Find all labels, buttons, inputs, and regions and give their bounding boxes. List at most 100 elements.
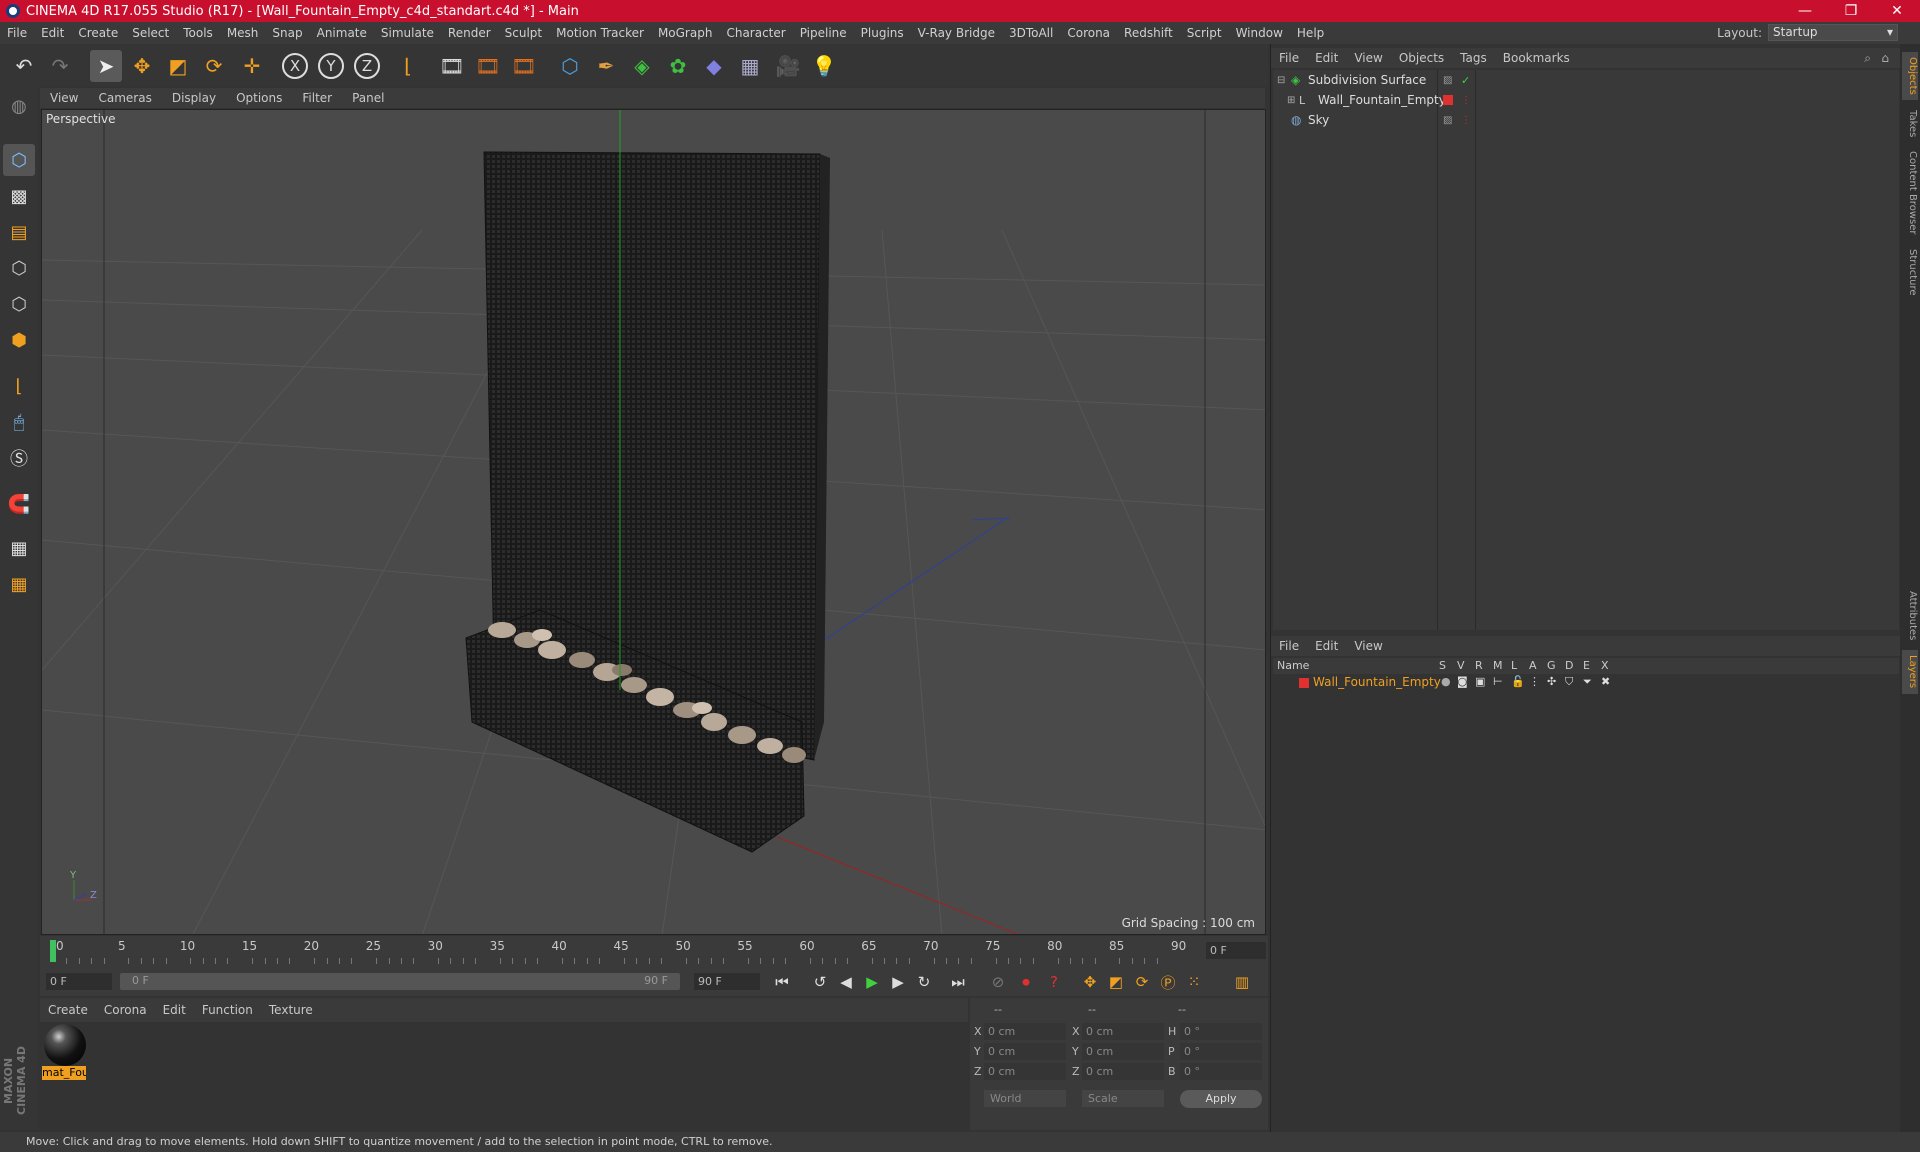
objects-menu-edit[interactable]: Edit (1307, 51, 1346, 65)
workplane-icon[interactable]: ▤ (3, 216, 35, 248)
tab-structure[interactable]: Structure (1902, 244, 1918, 300)
objects-menu-tags[interactable]: Tags (1452, 51, 1495, 65)
render-settings-icon[interactable]: 🎞 (508, 50, 540, 82)
autokey-icon[interactable]: ⏺ (1014, 970, 1038, 994)
camera-icon[interactable]: 🎥 (772, 50, 804, 82)
render-view-icon[interactable]: 🎞 (436, 50, 468, 82)
key-rotation-icon[interactable]: ⟳ (1130, 970, 1154, 994)
axis-mode-icon[interactable]: ⌊ (3, 370, 35, 402)
viewport-menu-filter[interactable]: Filter (292, 91, 342, 105)
layer-col-name[interactable]: Name (1277, 659, 1309, 672)
snap-icon[interactable]: 🧲 (3, 488, 35, 520)
layer-name[interactable]: Wall_Fountain_Empty (1313, 675, 1441, 689)
redo-icon[interactable]: ↷ (44, 50, 76, 82)
end-frame-field[interactable]: 90 F (694, 973, 760, 990)
objects-menu-view[interactable]: View (1346, 51, 1390, 65)
layer-col-a[interactable]: A (1529, 659, 1537, 672)
menu-sculpt[interactable]: Sculpt (498, 26, 549, 40)
tweak-mode-icon[interactable]: 🖱 (3, 406, 35, 438)
minimize-button[interactable]: — (1782, 0, 1828, 22)
perspective-viewport[interactable]: Y Z Perspective Grid Spacing : 100 cm (41, 109, 1266, 935)
menu-render[interactable]: Render (441, 26, 498, 40)
scale-icon[interactable]: ◩ (162, 50, 194, 82)
expand-icon[interactable]: ⊞ (1287, 95, 1295, 106)
workplane-lock-icon[interactable]: ▦ (3, 532, 35, 564)
rotate-icon[interactable]: ⟳ (198, 50, 230, 82)
cloner-icon[interactable]: ✿ (662, 50, 694, 82)
position-y-field[interactable]: 0 cm (984, 1043, 1066, 1060)
menu-mesh[interactable]: Mesh (220, 26, 266, 40)
layer-col-m[interactable]: M (1493, 659, 1503, 672)
material-menu-corona[interactable]: Corona (96, 1003, 155, 1017)
size-x-field[interactable]: 0 cm (1082, 1023, 1164, 1040)
objects-menu-file[interactable]: File (1271, 51, 1307, 65)
expressions-toggle-icon[interactable]: ⏷ (1583, 675, 1592, 689)
points-mode-icon[interactable]: ⬡ (3, 252, 35, 284)
grid-snap-icon[interactable]: ▦ (3, 568, 35, 600)
layers-menu-file[interactable]: File (1271, 639, 1307, 653)
layer-col-x[interactable]: X (1601, 659, 1609, 672)
floor-icon[interactable]: ▦ (734, 50, 766, 82)
z-axis-icon[interactable]: Z (354, 53, 380, 79)
render-toggle-icon[interactable]: ▣ (1475, 675, 1485, 688)
material-name[interactable]: mat_Fou (42, 1066, 86, 1080)
key-position-icon[interactable]: ✥ (1078, 970, 1102, 994)
play-icon[interactable]: ▶ (860, 970, 884, 994)
manager-toggle-icon[interactable]: ⊢ (1493, 675, 1503, 688)
menu-tools[interactable]: Tools (176, 26, 220, 40)
viewport-menu-cameras[interactable]: Cameras (88, 91, 161, 105)
view-toggle-icon[interactable]: ◙ (1457, 675, 1468, 688)
menu-create[interactable]: Create (71, 26, 125, 40)
layer-col-s[interactable]: S (1439, 659, 1446, 672)
coordinate-system-dropdown[interactable]: World (984, 1090, 1066, 1107)
object-name[interactable]: Wall_Fountain_Empty (1318, 93, 1446, 107)
menu-redshift[interactable]: Redshift (1117, 26, 1180, 40)
visibility-dots-icon[interactable]: ⋮ (1461, 115, 1471, 126)
key-parameter-icon[interactable]: Ⓟ (1156, 970, 1180, 994)
layer-row[interactable]: Wall_Fountain_Empty ● ◙ ▣ ⊢ 🔓 ⋮ ✣ ⛉ ⏷ ✖ (1273, 674, 1899, 692)
rotation-h-field[interactable]: 0 ° (1180, 1023, 1262, 1040)
model-mode-icon[interactable]: ⬡ (3, 144, 35, 176)
layer-tag-icon[interactable]: ▨ (1443, 115, 1452, 126)
menu-snap[interactable]: Snap (265, 26, 309, 40)
playhead-marker[interactable] (50, 940, 56, 962)
texture-mode-icon[interactable]: ▩ (3, 180, 35, 212)
undo-icon[interactable]: ↶ (8, 50, 40, 82)
goto-next-key-icon[interactable]: ↻ (912, 970, 936, 994)
tab-content-browser[interactable]: Content Browser (1902, 148, 1918, 238)
next-frame-icon[interactable]: ▶ (886, 970, 910, 994)
layer-col-g[interactable]: G (1547, 659, 1556, 672)
timeline-ruler[interactable]: 0 5 10 15 20 25 30 35 40 45 50 55 60 65 70 75 80 85 90 0 F (40, 936, 1268, 966)
position-z-field[interactable]: 0 cm (984, 1063, 1066, 1080)
goto-end-icon[interactable]: ⏭ (946, 970, 970, 994)
menu-pipeline[interactable]: Pipeline (793, 26, 854, 40)
object-row-sky[interactable]: ◍ Sky ▨ ⋮ (1273, 110, 1899, 130)
menu-edit[interactable]: Edit (34, 26, 71, 40)
size-z-field[interactable]: 0 cm (1082, 1063, 1164, 1080)
deformer-icon[interactable]: ◆ (698, 50, 730, 82)
start-frame-field[interactable]: 0 F (46, 973, 112, 990)
material-menu-create[interactable]: Create (40, 1003, 96, 1017)
menu-simulate[interactable]: Simulate (374, 26, 441, 40)
pen-icon[interactable]: ✒ (590, 50, 622, 82)
menu-animate[interactable]: Animate (310, 26, 374, 40)
viewport-menu-options[interactable]: Options (226, 91, 292, 105)
menu-script[interactable]: Script (1180, 26, 1229, 40)
size-y-field[interactable]: 0 cm (1082, 1043, 1164, 1060)
key-pla-icon[interactable]: ⁙ (1182, 970, 1206, 994)
polygons-mode-icon[interactable]: ⬢ (3, 324, 35, 356)
object-row-subdivision[interactable]: ⊟ ◈ Subdivision Surface ▨ ✓ (1273, 70, 1899, 90)
viewport-camera-label[interactable]: Perspective (46, 112, 116, 126)
menu-vray-bridge[interactable]: V-Ray Bridge (911, 26, 1002, 40)
menu-help[interactable]: Help (1290, 26, 1331, 40)
maximize-button[interactable]: ❐ (1828, 0, 1874, 22)
layer-color-swatch[interactable] (1299, 678, 1309, 688)
object-name[interactable]: Sky (1308, 113, 1329, 127)
material-menu-function[interactable]: Function (194, 1003, 261, 1017)
key-scale-icon[interactable]: ◩ (1104, 970, 1128, 994)
render-picture-icon[interactable]: 🎞 (472, 50, 504, 82)
enabled-check-icon[interactable]: ✓ (1461, 74, 1470, 87)
timeline-window-icon[interactable]: ▥ (1230, 970, 1254, 994)
xref-toggle-icon[interactable]: ✖ (1601, 675, 1610, 688)
deformers-toggle-icon[interactable]: ⛉ (1565, 675, 1573, 689)
